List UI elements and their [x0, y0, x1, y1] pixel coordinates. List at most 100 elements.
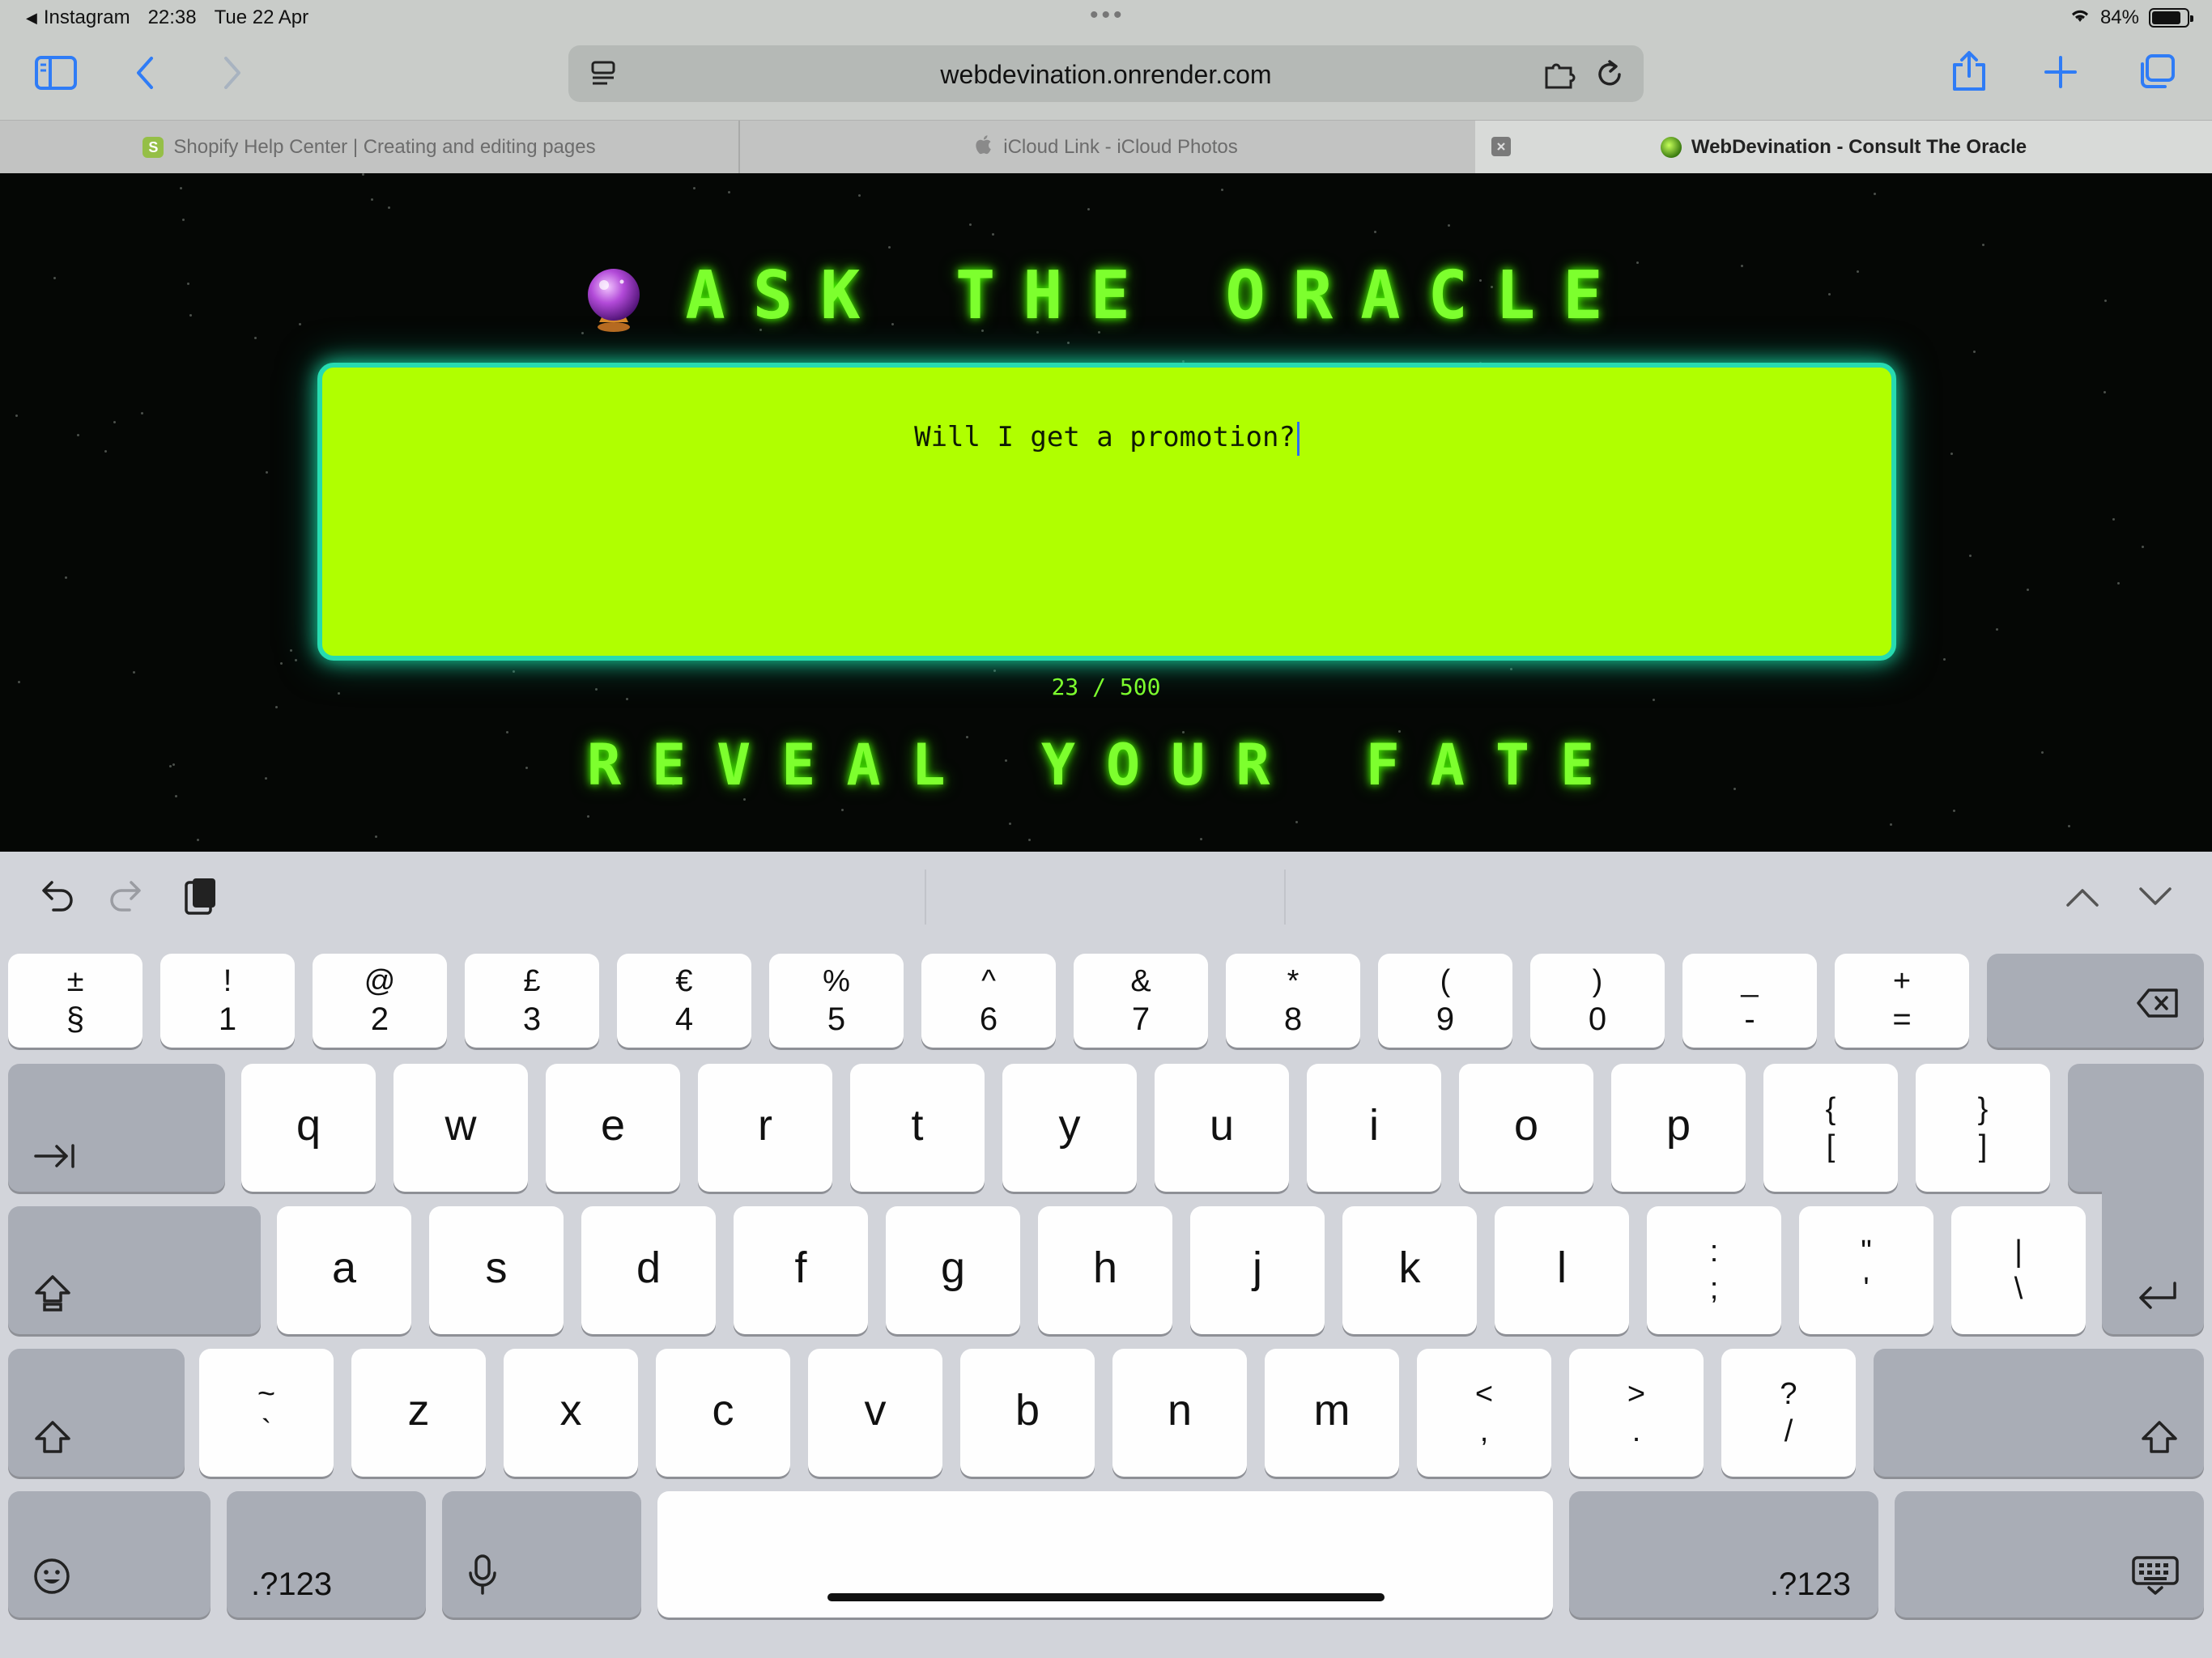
numbers-key-right[interactable]: .?123	[1569, 1491, 1878, 1618]
key-c[interactable]: c	[656, 1349, 790, 1477]
undo-button[interactable]	[36, 876, 74, 917]
key-v[interactable]: v	[808, 1349, 942, 1477]
key-l[interactable]: l	[1495, 1206, 1629, 1334]
next-field-button[interactable]	[2138, 886, 2173, 912]
key-1-number[interactable]: ! 1	[160, 954, 295, 1048]
tab-overview-button[interactable]	[2138, 53, 2176, 91]
key-10-number[interactable]: ) 0	[1530, 954, 1665, 1048]
reveal-fate-button[interactable]: REVEAL YOUR FATE	[0, 732, 2212, 798]
shift-left-key[interactable]	[8, 1349, 185, 1477]
key-6-number[interactable]: ^ 6	[921, 954, 1056, 1048]
dismiss-keyboard-key[interactable]	[1895, 1491, 2204, 1618]
tab-icloud[interactable]: iCloud Link - iCloud Photos	[740, 121, 1474, 174]
star-dot	[858, 194, 861, 197]
key-j[interactable]: j	[1190, 1206, 1325, 1334]
key-punct-1[interactable]: " '	[1799, 1206, 1933, 1334]
key-w[interactable]: w	[393, 1064, 528, 1192]
home-indicator[interactable]	[827, 1593, 1385, 1601]
multitasking-dots-icon[interactable]: •••	[1090, 2, 1125, 29]
share-button[interactable]	[1951, 50, 1987, 92]
key-label: ;	[1709, 1272, 1719, 1306]
key-z[interactable]: z	[351, 1349, 486, 1477]
key-k[interactable]: k	[1342, 1206, 1477, 1334]
character-counter: 23 / 500	[1051, 674, 1161, 700]
key-h[interactable]: h	[1038, 1206, 1172, 1334]
forward-button[interactable]	[222, 55, 243, 91]
return-icon	[2136, 1280, 2180, 1316]
chevron-down-icon	[2139, 887, 2172, 905]
paste-button[interactable]	[183, 876, 219, 920]
address-bar[interactable]: webdevination.onrender.com	[568, 45, 1644, 102]
key-i[interactable]: i	[1307, 1064, 1441, 1192]
key-g[interactable]: g	[886, 1206, 1020, 1334]
star-dot	[993, 670, 996, 672]
key-e[interactable]: e	[546, 1064, 680, 1192]
key-7-number[interactable]: & 7	[1074, 954, 1208, 1048]
key-t[interactable]: t	[850, 1064, 985, 1192]
key-punct-0[interactable]: :;	[1647, 1206, 1781, 1334]
key-symbol-0[interactable]: <,	[1417, 1349, 1551, 1477]
key-symbol-1[interactable]: >.	[1569, 1349, 1704, 1477]
back-to-app[interactable]: ◀ Instagram	[26, 6, 130, 29]
key-3-number[interactable]: £3	[465, 954, 599, 1048]
new-tab-button[interactable]	[2044, 55, 2078, 89]
key-0-number[interactable]: ± §	[8, 954, 143, 1048]
key-bracket-1[interactable]: }]	[1916, 1064, 2050, 1192]
key-p[interactable]: p	[1611, 1064, 1746, 1192]
close-tab-button[interactable]	[1491, 137, 1511, 156]
key-symbol-2[interactable]: ? /	[1721, 1349, 1856, 1477]
caps-lock-key[interactable]	[8, 1206, 261, 1334]
key-s[interactable]: s	[429, 1206, 564, 1334]
tab-title: Shopify Help Center | Creating and editi…	[173, 136, 596, 158]
dictation-key[interactable]	[442, 1491, 641, 1618]
star-dot	[388, 206, 390, 209]
previous-field-button[interactable]	[2065, 886, 2100, 912]
key-2-number[interactable]: @2	[313, 954, 447, 1048]
extensions-icon[interactable]	[1543, 60, 1576, 93]
numbers-key-left[interactable]: .?123	[227, 1491, 426, 1618]
key-label: k	[1398, 1244, 1421, 1292]
redo-button[interactable]	[108, 876, 147, 917]
delete-key[interactable]	[1987, 954, 2204, 1048]
key-11-number[interactable]: _ -	[1682, 954, 1817, 1048]
key-5-number[interactable]: % 5	[769, 954, 904, 1048]
star-dot	[1943, 658, 1946, 661]
sidebar-button[interactable]	[34, 55, 78, 91]
question-text: Will I get a promotion?	[914, 421, 1295, 453]
key-u[interactable]: u	[1155, 1064, 1289, 1192]
tab-shopify[interactable]: S Shopify Help Center | Creating and edi…	[0, 121, 738, 174]
key-f[interactable]: f	[734, 1206, 868, 1334]
key-4-number[interactable]: €4	[617, 954, 751, 1048]
return-key[interactable]	[2102, 1145, 2204, 1334]
tab-key[interactable]	[8, 1064, 225, 1192]
key-label: n	[1167, 1386, 1193, 1435]
key-b[interactable]: b	[960, 1349, 1095, 1477]
key-punct-2[interactable]: | \	[1951, 1206, 2086, 1334]
star-dot	[1448, 224, 1450, 227]
tab-icon	[32, 1142, 76, 1174]
back-button[interactable]	[134, 55, 155, 91]
key-8-number[interactable]: * 8	[1226, 954, 1360, 1048]
key-d[interactable]: d	[581, 1206, 716, 1334]
key-tilde[interactable]: ~ `	[199, 1349, 334, 1477]
key-12-number[interactable]: + =	[1835, 954, 1969, 1048]
key-bracket-0[interactable]: {[	[1763, 1064, 1898, 1192]
reload-icon[interactable]	[1595, 58, 1624, 93]
key-y[interactable]: y	[1002, 1064, 1137, 1192]
key-label: s	[485, 1244, 508, 1292]
key-label: a	[331, 1244, 357, 1292]
key-a[interactable]: a	[277, 1206, 411, 1334]
key-m[interactable]: m	[1265, 1349, 1399, 1477]
key-x[interactable]: x	[504, 1349, 638, 1477]
emoji-key[interactable]	[8, 1491, 211, 1618]
key-q[interactable]: q	[241, 1064, 376, 1192]
key-n[interactable]: n	[1112, 1349, 1247, 1477]
key-shift-label: !	[223, 964, 232, 998]
shift-right-key[interactable]	[1874, 1349, 2204, 1477]
key-o[interactable]: o	[1459, 1064, 1593, 1192]
key-shift-label: )	[1592, 964, 1603, 998]
tab-webdevination[interactable]: WebDevination - Consult The Oracle	[1475, 121, 2212, 174]
key-9-number[interactable]: (9	[1378, 954, 1512, 1048]
question-textarea[interactable]: Will I get a promotion?	[317, 363, 1896, 661]
key-r[interactable]: r	[698, 1064, 832, 1192]
